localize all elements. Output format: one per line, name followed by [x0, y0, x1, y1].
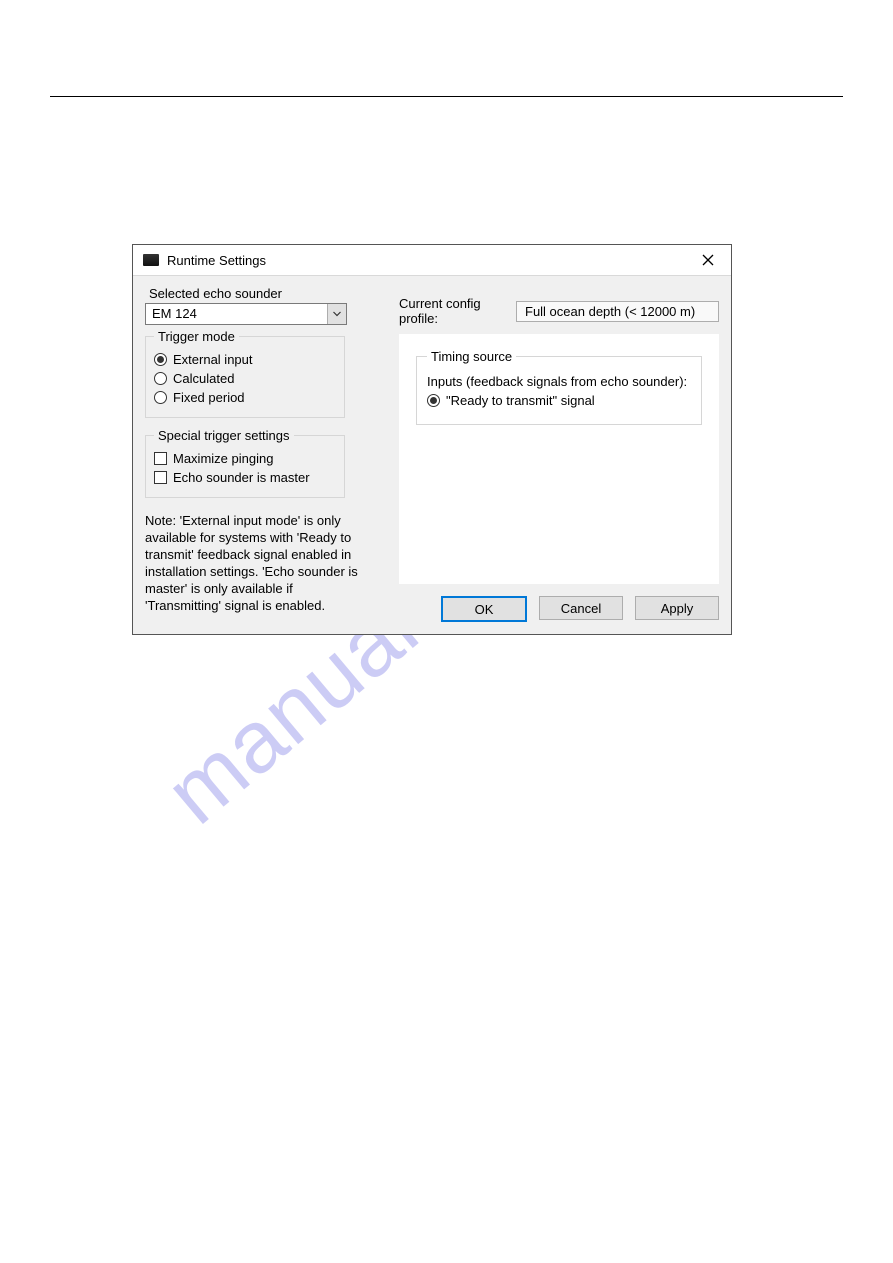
timing-option-ready[interactable]: "Ready to transmit" signal: [427, 393, 691, 408]
checkbox-label: Maximize pinging: [173, 451, 273, 466]
dialog-button-row: OK Cancel Apply: [399, 596, 719, 622]
dialog-body: Selected echo sounder EM 124 Trigger mod…: [133, 276, 731, 634]
profile-label: Current config profile:: [399, 296, 506, 326]
checkbox-label: Echo sounder is master: [173, 470, 310, 485]
trigger-option-calculated[interactable]: Calculated: [154, 371, 336, 386]
dialog-title: Runtime Settings: [167, 253, 693, 268]
special-trigger-group: Special trigger settings Maximize pingin…: [145, 428, 345, 498]
trigger-mode-group: Trigger mode External input Calculated F…: [145, 329, 345, 418]
dialog-titlebar: Runtime Settings: [133, 245, 731, 276]
cancel-button[interactable]: Cancel: [539, 596, 623, 620]
timing-source-group: Timing source Inputs (feedback signals f…: [416, 349, 702, 425]
left-column: Selected echo sounder EM 124 Trigger mod…: [145, 282, 375, 622]
timing-source-legend: Timing source: [427, 349, 516, 364]
special-option-master[interactable]: Echo sounder is master: [154, 470, 336, 485]
close-icon: [702, 254, 714, 266]
apply-button[interactable]: Apply: [635, 596, 719, 620]
runtime-settings-dialog: Runtime Settings Selected echo sounder E…: [132, 244, 732, 635]
special-trigger-legend: Special trigger settings: [154, 428, 294, 443]
note-text: Note: 'External input mode' is only avai…: [145, 512, 365, 614]
close-button[interactable]: [693, 245, 723, 275]
ok-button[interactable]: OK: [441, 596, 527, 622]
trigger-option-fixed[interactable]: Fixed period: [154, 390, 336, 405]
radio-icon: [427, 394, 440, 407]
page-top-rule: [50, 96, 843, 97]
right-panel: Timing source Inputs (feedback signals f…: [399, 334, 719, 584]
checkbox-icon: [154, 452, 167, 465]
radio-label: Fixed period: [173, 390, 245, 405]
combo-dropdown-button[interactable]: [327, 304, 346, 324]
special-option-maximize[interactable]: Maximize pinging: [154, 451, 336, 466]
radio-icon: [154, 353, 167, 366]
checkbox-icon: [154, 471, 167, 484]
selected-sounder-combo[interactable]: EM 124: [145, 303, 347, 325]
chevron-down-icon: [333, 311, 341, 317]
app-icon: [143, 254, 159, 266]
right-column: Current config profile: Full ocean depth…: [399, 282, 719, 622]
selected-sounder-label: Selected echo sounder: [149, 286, 375, 301]
radio-label: Calculated: [173, 371, 234, 386]
inputs-label: Inputs (feedback signals from echo sound…: [427, 374, 691, 389]
profile-value-box[interactable]: Full ocean depth (< 12000 m): [516, 301, 719, 322]
profile-row: Current config profile: Full ocean depth…: [399, 296, 719, 326]
selected-sounder-value: EM 124: [146, 304, 327, 324]
radio-label: "Ready to transmit" signal: [446, 393, 595, 408]
radio-label: External input: [173, 352, 253, 367]
trigger-option-external[interactable]: External input: [154, 352, 336, 367]
trigger-mode-legend: Trigger mode: [154, 329, 239, 344]
radio-icon: [154, 372, 167, 385]
radio-icon: [154, 391, 167, 404]
